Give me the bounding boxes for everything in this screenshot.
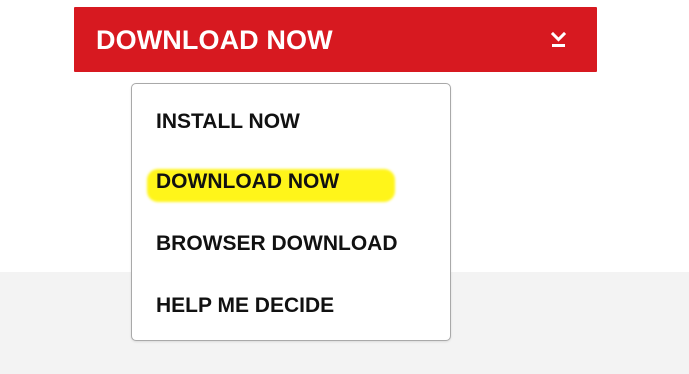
download-chevron-icon <box>549 30 568 49</box>
menu-item-label: HELP ME DECIDE <box>156 294 335 317</box>
menu-item-browser-download[interactable]: BROWSER DOWNLOAD <box>156 229 397 259</box>
menu-item-help-me-decide[interactable]: HELP ME DECIDE <box>156 291 334 321</box>
menu-item-label: INSTALL NOW <box>156 110 300 133</box>
menu-item-label: DOWNLOAD NOW <box>156 170 340 193</box>
menu-item-label: BROWSER DOWNLOAD <box>156 232 398 255</box>
download-now-button[interactable]: DOWNLOAD NOW <box>74 7 597 72</box>
download-options-menu: INSTALL NOW DOWNLOAD NOW BROWSER DOWNLOA… <box>131 83 451 341</box>
menu-item-download-now[interactable]: DOWNLOAD NOW <box>147 167 395 202</box>
menu-item-install-now[interactable]: INSTALL NOW <box>156 107 300 137</box>
download-now-button-label: DOWNLOAD NOW <box>96 25 333 55</box>
